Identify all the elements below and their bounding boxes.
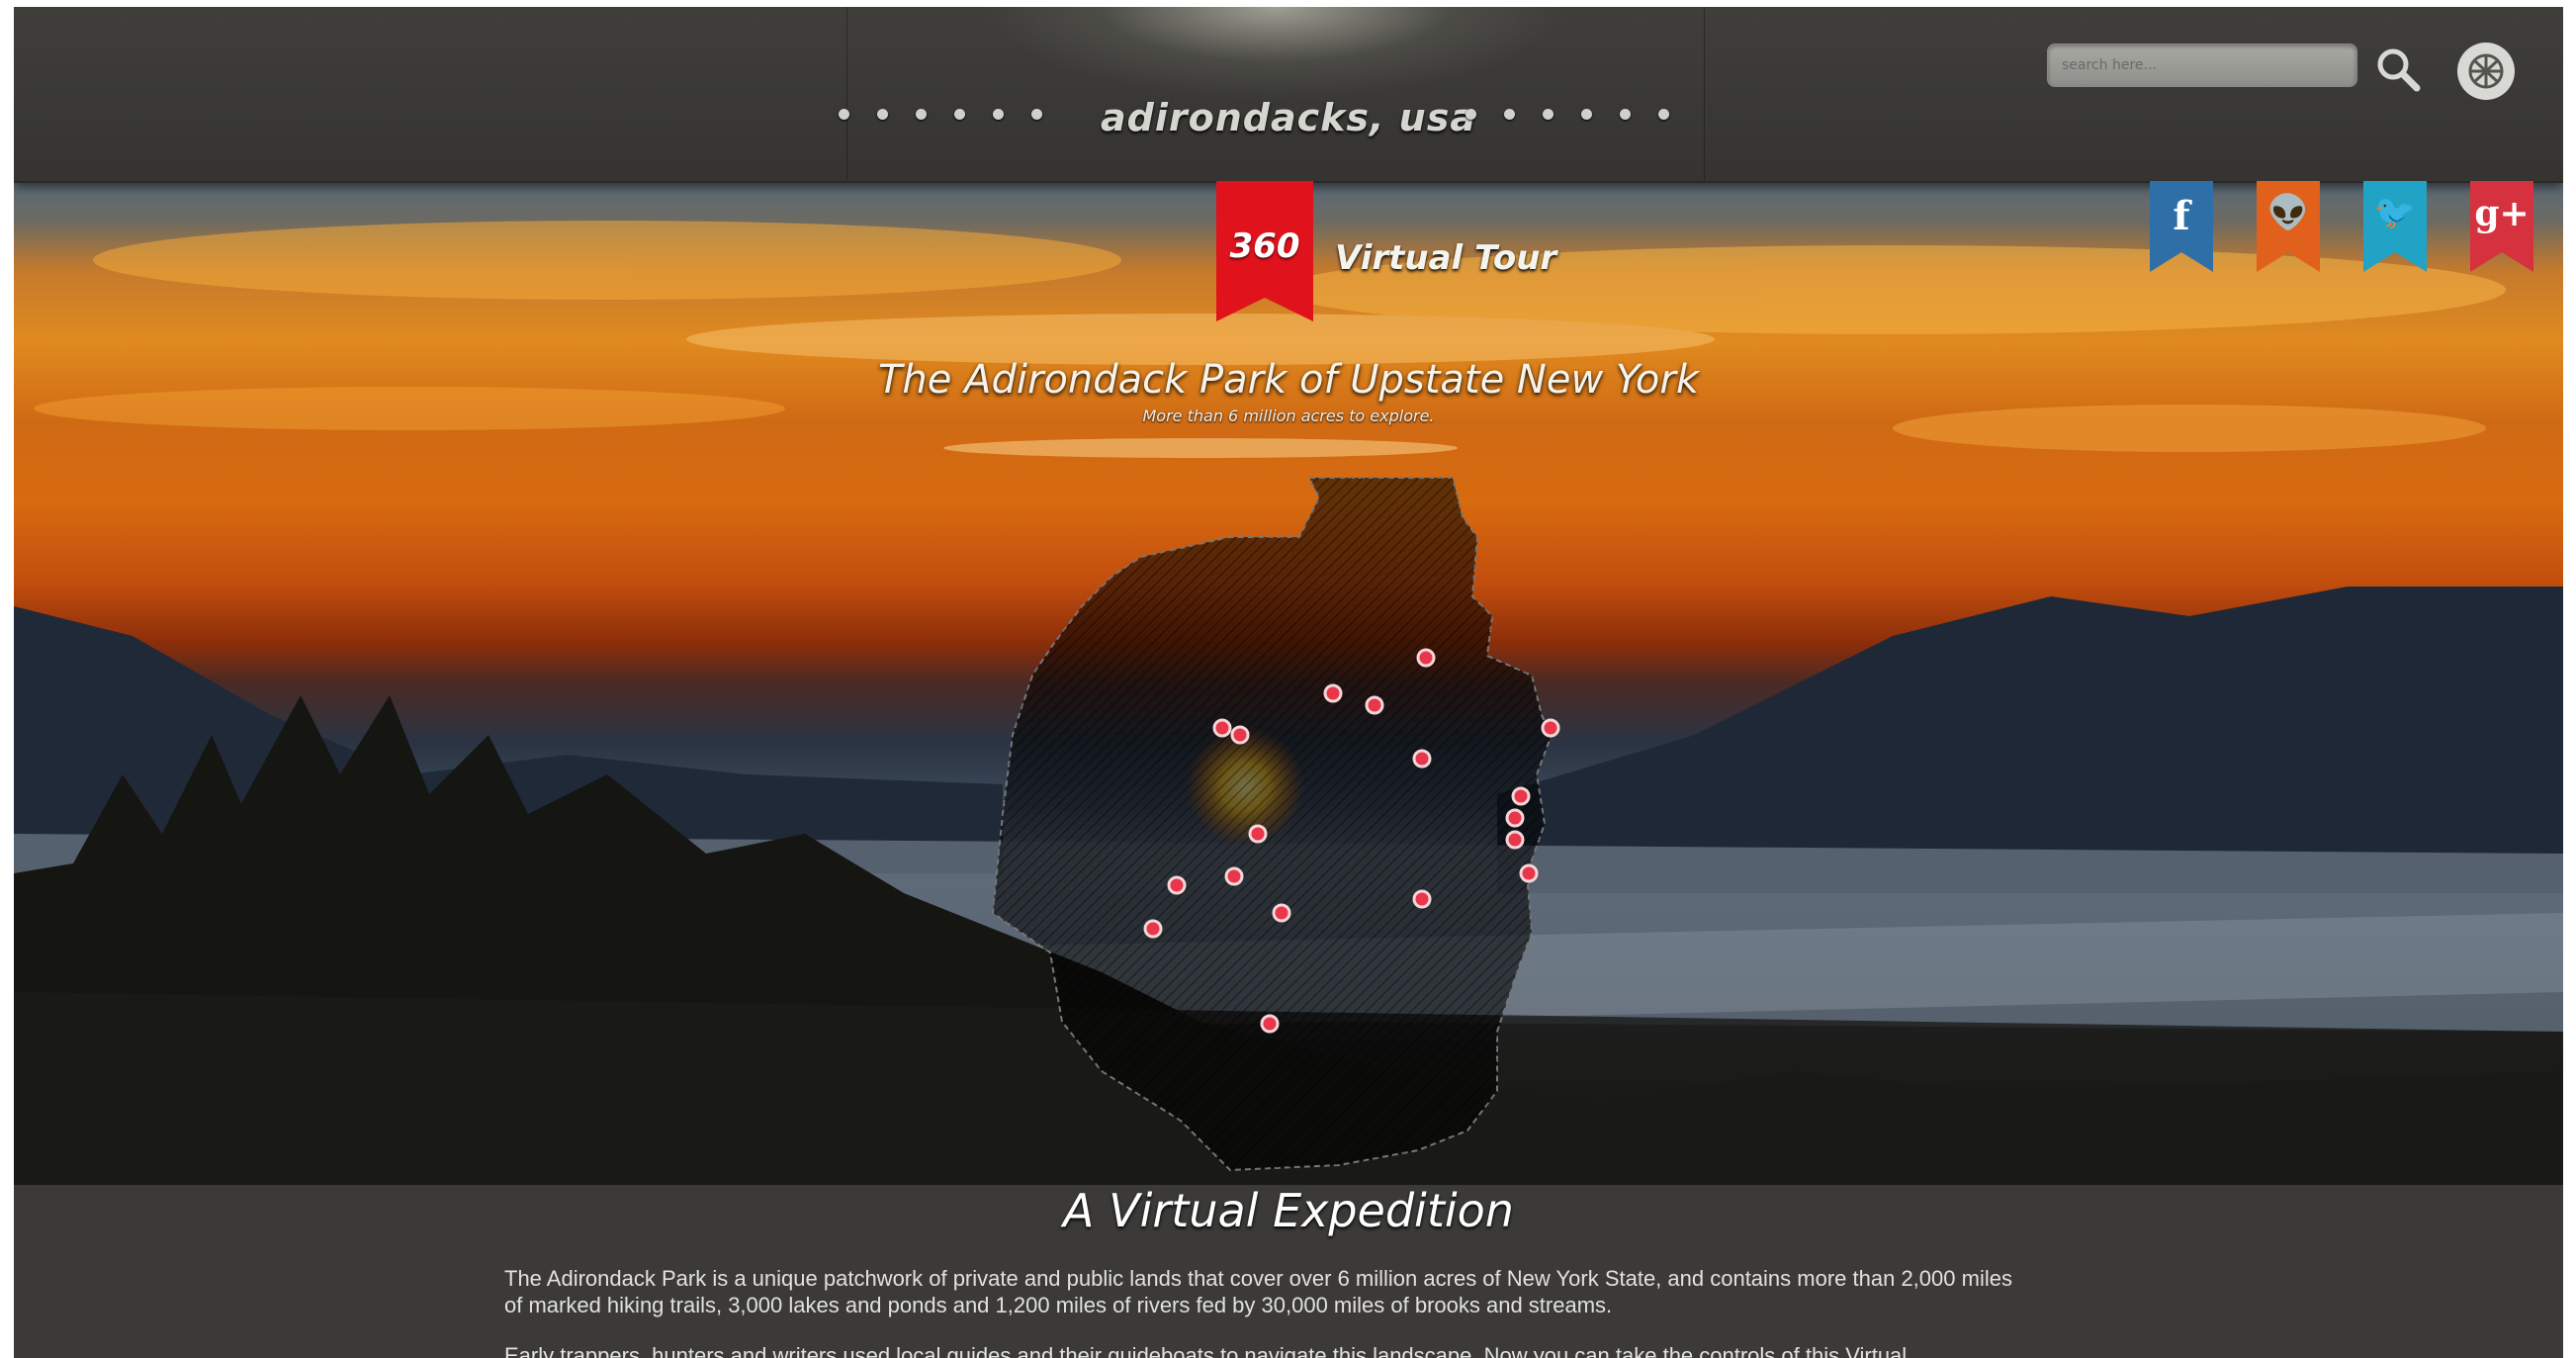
intro-paragraph: The Adirondack Park is a unique patchwor… <box>504 1266 2012 1317</box>
location-marker[interactable] <box>1511 786 1531 806</box>
hero-landscape <box>14 181 2563 1185</box>
location-marker[interactable] <box>1541 718 1560 738</box>
location-marker[interactable] <box>1412 749 1432 769</box>
location-marker[interactable] <box>1224 866 1244 886</box>
location-marker[interactable] <box>1323 683 1343 703</box>
globe-icon[interactable] <box>2455 41 2517 102</box>
twitter-icon: 🐦 <box>2373 193 2417 232</box>
location-marker[interactable] <box>1272 903 1291 923</box>
history-paragraph: Early trappers, hunters and writers used… <box>504 1343 1908 1358</box>
page-frame: adirondacks, usa search here... 360 Virt… <box>14 7 2563 1358</box>
virtual-tour-label[interactable]: Virtual Tour <box>1335 238 1556 278</box>
header-spotlight <box>846 7 1705 181</box>
decorative-dots-right <box>1466 109 1669 125</box>
location-marker[interactable] <box>1365 695 1384 715</box>
search-input[interactable] <box>2047 44 2357 87</box>
location-marker[interactable] <box>1230 725 1250 745</box>
location-marker[interactable] <box>1248 824 1268 844</box>
search-icon[interactable] <box>2373 45 2423 94</box>
site-title[interactable]: adirondacks, usa <box>14 96 2563 139</box>
location-marker[interactable] <box>1412 889 1432 909</box>
location-marker[interactable] <box>1143 919 1163 939</box>
location-marker[interactable] <box>1519 863 1539 883</box>
location-marker[interactable] <box>1212 718 1232 738</box>
hero-subtitle: More than 6 million acres to explore. <box>1142 407 1435 425</box>
landscape-illustration <box>14 221 2563 1185</box>
location-marker[interactable] <box>1505 830 1525 850</box>
location-marker[interactable] <box>1505 808 1525 828</box>
location-marker[interactable] <box>1416 648 1436 668</box>
google-plus-icon: g+ <box>2474 193 2530 234</box>
location-marker[interactable] <box>1260 1014 1280 1034</box>
360-badge-number: 360 <box>1229 226 1300 266</box>
reddit-button[interactable]: 👽 <box>2257 181 2320 272</box>
hero-title: The Adirondack Park of Upstate New York <box>877 357 1700 403</box>
reddit-icon: 👽 <box>2266 193 2310 232</box>
twitter-button[interactable]: 🐦 <box>2363 181 2427 272</box>
location-marker[interactable] <box>1167 875 1187 895</box>
facebook-icon: f <box>2173 193 2190 239</box>
google-plus-button[interactable]: g+ <box>2470 181 2533 272</box>
section-title: A Virtual Expedition <box>1063 1184 1514 1237</box>
site-header: adirondacks, usa <box>14 7 2563 183</box>
facebook-button[interactable]: f <box>2150 181 2213 272</box>
